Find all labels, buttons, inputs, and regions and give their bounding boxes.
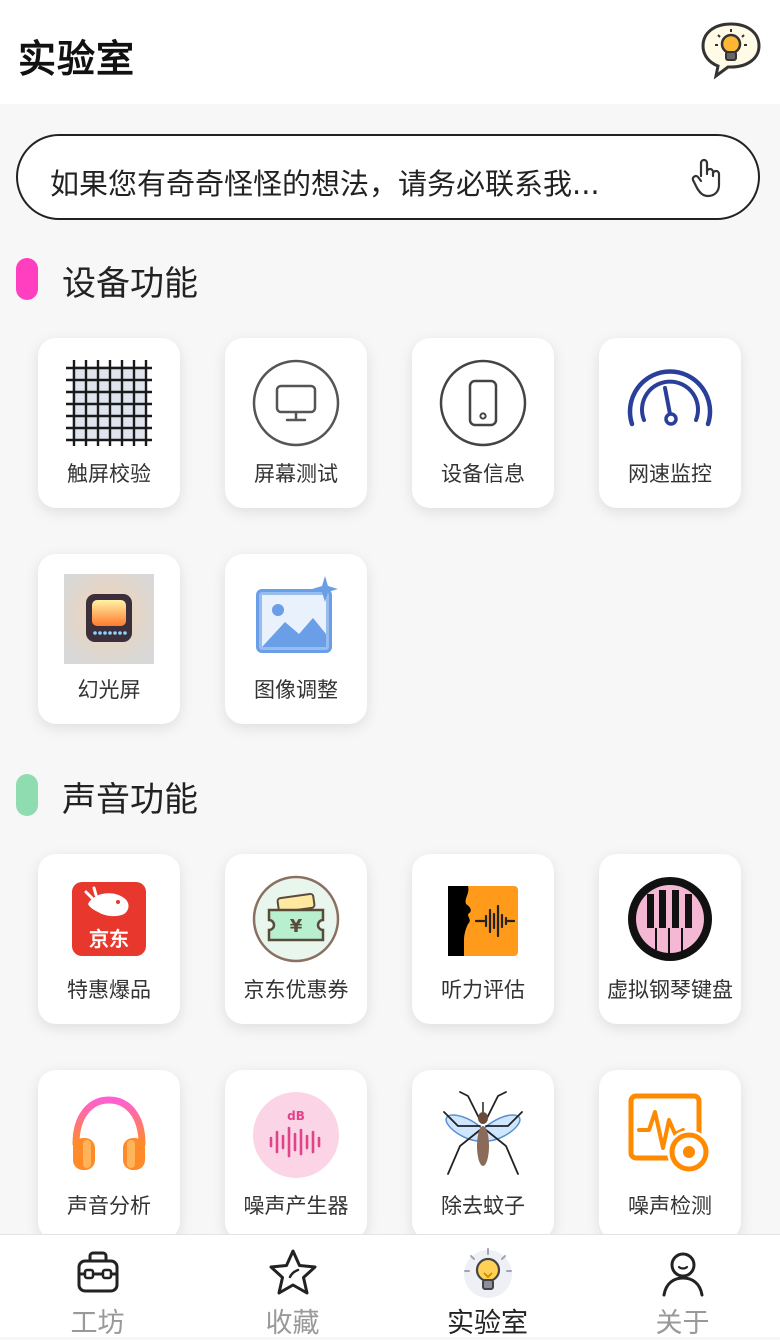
tile-jd-coupon[interactable]: ¥ 京东优惠券 [225, 854, 367, 1024]
tile-label: 幻光屏 [77, 678, 141, 702]
section-label: 声音功能 [62, 780, 198, 820]
tile-mosquito-repel[interactable]: 除去蚊子 [412, 1070, 554, 1240]
section-label: 设备功能 [62, 264, 198, 304]
tile-device-info[interactable]: 设备信息 [412, 338, 554, 508]
tile-label: 特惠爆品 [67, 978, 151, 1002]
tile-hot-deals[interactable]: 京东 特惠爆品 [38, 854, 180, 1024]
nav-item-lab[interactable]: 实验室 [390, 1235, 585, 1339]
section-accent-bar [16, 774, 38, 816]
mosquito-icon [438, 1090, 528, 1180]
tile-noise-detect[interactable]: 噪声检测 [599, 1070, 741, 1240]
tile-glow-screen[interactable]: 幻光屏 [38, 554, 180, 724]
tile-label: 屏幕测试 [254, 462, 338, 486]
user-icon [656, 1247, 710, 1301]
speedometer-icon [625, 358, 715, 448]
tile-noise-generator[interactable]: dB 噪声产生器 [225, 1070, 367, 1240]
feedback-bar[interactable]: 如果您有奇奇怪怪的想法，请务必联系我... [16, 134, 760, 220]
nav-label: 工坊 [70, 1308, 125, 1339]
tile-label: 噪声检测 [628, 1194, 712, 1218]
tile-label: 设备信息 [441, 462, 525, 486]
nav-label: 关于 [655, 1308, 710, 1339]
section-accent-bar [16, 258, 38, 300]
tile-sound-analysis[interactable]: 声音分析 [38, 1070, 180, 1240]
star-icon [266, 1247, 320, 1301]
tile-label: 网速监控 [628, 462, 712, 486]
noise-monitor-icon [625, 1090, 715, 1180]
tile-hearing-test[interactable]: 听力评估 [412, 854, 554, 1024]
toolbox-icon [71, 1247, 125, 1301]
tile-label: 噪声产生器 [243, 1194, 349, 1218]
pointer-hand-icon [690, 158, 722, 198]
nav-item-about[interactable]: 关于 [585, 1235, 780, 1339]
tile-speed-monitor[interactable]: 网速监控 [599, 338, 741, 508]
tile-touch-check[interactable]: 触屏校验 [38, 338, 180, 508]
nav-item-favorites[interactable]: 收藏 [195, 1235, 390, 1339]
image-adjust-icon [251, 574, 341, 664]
jd-logo-icon: 京东 [64, 874, 154, 964]
monitor-icon [251, 358, 341, 448]
tile-label: 声音分析 [67, 1194, 151, 1218]
lightbulb-bubble-icon[interactable] [700, 20, 762, 80]
noise-generator-icon: dB [251, 1090, 341, 1180]
feedback-text: 如果您有奇奇怪怪的想法，请务必联系我... [50, 167, 600, 201]
phone-icon [438, 358, 528, 448]
tile-label: 听力评估 [441, 978, 525, 1002]
tile-image-adjust[interactable]: 图像调整 [225, 554, 367, 724]
nav-label: 收藏 [265, 1308, 320, 1339]
tile-label: 图像调整 [254, 678, 338, 702]
nav-label: 实验室 [447, 1308, 528, 1339]
jd-logo-text: 京东 [89, 927, 129, 951]
tile-label: 京东优惠券 [243, 978, 349, 1002]
coupon-wallet-icon: ¥ [251, 874, 341, 964]
glow-screen-icon [64, 574, 154, 664]
tile-label: 触屏校验 [67, 462, 151, 486]
svg-text:¥: ¥ [290, 916, 303, 937]
lightbulb-icon [461, 1247, 515, 1301]
app-header: 实验室 [0, 0, 780, 104]
tile-label: 虚拟钢琴键盘 [607, 978, 733, 1002]
page-title: 实验室 [18, 37, 136, 81]
bottom-nav: 工坊 收藏 实验室 关于 [0, 1234, 780, 1339]
touch-grid-icon [64, 358, 154, 448]
piano-icon [625, 874, 715, 964]
hearing-test-icon [438, 874, 528, 964]
tile-virtual-piano[interactable]: 虚拟钢琴键盘 [599, 854, 741, 1024]
headphones-icon [64, 1090, 154, 1180]
tile-screen-test[interactable]: 屏幕测试 [225, 338, 367, 508]
noise-db-text: dB [287, 1109, 305, 1123]
tile-label: 除去蚊子 [441, 1194, 525, 1218]
nav-item-workshop[interactable]: 工坊 [0, 1235, 195, 1339]
